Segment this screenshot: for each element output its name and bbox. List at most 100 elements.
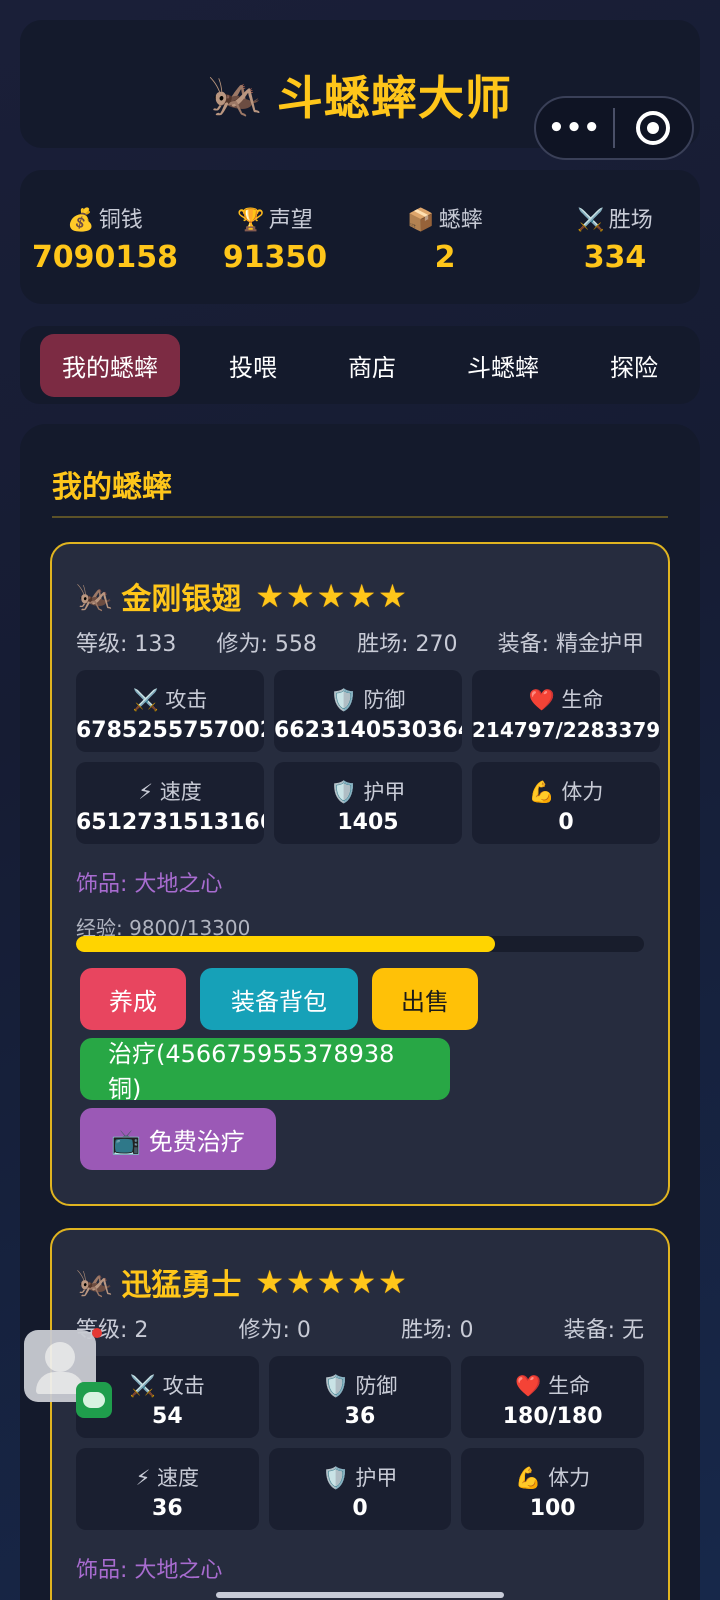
attr-label: 护甲 <box>363 780 406 804</box>
heal-button[interactable]: 治疗(456675955378938铜) <box>80 1038 450 1103</box>
shield-icon: 🛡️ <box>330 688 357 712</box>
cricket-icon: 🦗 <box>76 578 114 614</box>
stat-wins: ⚔️ 胜场 334 <box>530 170 700 304</box>
stat-crickets: 📦 蟋蟀 2 <box>360 170 530 304</box>
lightning-icon: ⚡ <box>135 1466 151 1490</box>
attr-label: 体力 <box>548 1466 591 1490</box>
cricket-wins: 胜场: 270 <box>357 632 458 657</box>
tab-bar: 我的蟋蟀 投喂 商店 斗蟋蟀 探险 <box>20 326 700 404</box>
sell-button[interactable]: 出售 <box>372 968 478 1030</box>
attr-label: 护甲 <box>355 1466 398 1490</box>
star-rating-icon: ★★★★★ <box>255 577 409 615</box>
cricket-info-row: 等级: 133 修为: 558 胜场: 270 装备: 精金护甲 <box>76 626 644 658</box>
free-heal-button[interactable]: 📺 免费治疗 <box>80 1108 276 1170</box>
lightning-icon: ⚡ <box>138 780 154 804</box>
attr-label: 生命 <box>561 688 604 712</box>
attr-defense: 🛡️ 防御 66231405303649 <box>274 670 462 752</box>
more-menu-button[interactable]: ••• <box>536 113 613 143</box>
avatar-icon <box>45 1342 75 1372</box>
attr-speed: ⚡ 速度 36 <box>76 1448 259 1530</box>
attr-stamina: 💪 体力 0 <box>472 762 660 844</box>
attr-attack: ⚔️ 攻击 67852557570028 <box>76 670 264 752</box>
box-icon: 📦 <box>407 208 435 233</box>
stat-label: 胜场 <box>608 208 653 233</box>
attr-label: 防御 <box>355 1374 398 1398</box>
cricket-name: 迅猛勇士 <box>121 1268 242 1303</box>
exp-progress-bar <box>76 936 644 952</box>
tab-fight[interactable]: 斗蟋蟀 <box>445 334 561 397</box>
close-miniprogram-button[interactable] <box>615 111 692 145</box>
attr-label: 体力 <box>561 780 604 804</box>
target-icon <box>636 111 671 145</box>
tab-feed[interactable]: 投喂 <box>207 334 299 397</box>
cricket-card: 🦗 金刚银翅 ★★★★★ 等级: 133 修为: 558 胜场: 270 装备:… <box>50 542 670 1206</box>
attr-health: ❤️ 生命 214797/2283379779042 <box>472 670 660 752</box>
attr-value: 36 <box>152 1496 183 1521</box>
miniprogram-capsule: ••• <box>534 96 694 160</box>
tab-explore[interactable]: 探险 <box>588 334 680 397</box>
equipment-bag-button[interactable]: 装备背包 <box>200 968 358 1030</box>
home-indicator[interactable] <box>216 1592 504 1598</box>
attr-value: 36 <box>344 1404 376 1429</box>
attr-armor: 🛡️ 护甲 1405 <box>274 762 462 844</box>
attr-health: ❤️ 生命 180/180 <box>461 1356 644 1438</box>
exp-progress-fill <box>76 936 495 952</box>
cricket-cultivation: 修为: 558 <box>216 632 317 657</box>
tab-shop[interactable]: 商店 <box>326 334 418 397</box>
cricket-cultivation: 修为: 0 <box>238 1318 311 1343</box>
stat-value: 91350 <box>222 240 328 275</box>
heart-icon: ❤️ <box>528 688 555 712</box>
cricket-equipment: 装备: 无 <box>563 1318 644 1343</box>
attr-value: 0 <box>352 1496 368 1521</box>
attr-value: 0 <box>558 810 574 835</box>
notification-dot <box>92 1328 102 1338</box>
attr-value: 1405 <box>337 810 399 835</box>
attr-label: 防御 <box>363 688 406 712</box>
stat-value: 334 <box>583 240 647 275</box>
shield-icon: 🛡️ <box>322 1374 349 1398</box>
cricket-icon: 🦗 <box>208 69 263 120</box>
attribute-grid: ⚔️ 攻击 54 🛡️ 防御 36 ❤️ 生命 180/180 ⚡ 速度 36 … <box>76 1356 644 1530</box>
cricket-header: 🦗 迅猛勇士 ★★★★★ <box>76 1260 409 1304</box>
cricket-header: 🦗 金刚银翅 ★★★★★ <box>76 574 409 618</box>
attr-value: 67852557570028 <box>76 718 264 743</box>
attr-armor: 🛡️ 护甲 0 <box>268 1448 452 1530</box>
star-rating-icon: ★★★★★ <box>255 1263 409 1301</box>
attr-label: 攻击 <box>165 688 208 712</box>
panel-title: 我的蟋蟀 <box>52 470 172 505</box>
attr-stamina: 💪 体力 100 <box>461 1448 644 1530</box>
swords-icon: ⚔️ <box>132 688 159 712</box>
shield-icon: 🛡️ <box>322 1466 349 1490</box>
tab-my-crickets[interactable]: 我的蟋蟀 <box>40 333 180 397</box>
trophy-icon: 🏆 <box>237 208 265 233</box>
money-bag-icon: 💰 <box>67 208 95 233</box>
stat-reputation: 🏆 声望 91350 <box>190 170 360 304</box>
muscle-icon: 💪 <box>528 780 555 804</box>
stat-label: 蟋蟀 <box>438 208 483 233</box>
train-button[interactable]: 养成 <box>80 968 186 1030</box>
app-page: 🦗 斗蟋蟀大师 ••• 💰 铜钱 7090158 🏆 声望 91350 📦 蟋蟀 2 … <box>0 0 720 1600</box>
attr-speed: ⚡ 速度 65127315131665 <box>76 762 264 844</box>
attr-value: 100 <box>529 1496 576 1521</box>
panel-divider <box>52 516 668 518</box>
crossed-swords-icon: ⚔️ <box>577 208 605 233</box>
cricket-accessory: 饰品: 大地之心 <box>76 872 223 897</box>
cricket-equipment: 装备: 精金护甲 <box>497 632 644 657</box>
stats-bar: 💰 铜钱 7090158 🏆 声望 91350 📦 蟋蟀 2 ⚔️ 胜场 334 <box>20 170 700 304</box>
cricket-icon: 🦗 <box>76 1264 114 1300</box>
cricket-card: 🦗 迅猛勇士 ★★★★★ 等级: 2 修为: 0 胜场: 0 装备: 无 ⚔️ … <box>50 1228 670 1600</box>
muscle-icon: 💪 <box>515 1466 542 1490</box>
heart-icon: ❤️ <box>515 1374 542 1398</box>
cricket-level: 等级: 133 <box>76 632 177 657</box>
app-title: 斗蟋蟀大师 <box>276 71 512 125</box>
attr-value: 66231405303649 <box>274 718 462 743</box>
wechat-icon[interactable] <box>76 1382 112 1418</box>
stat-coins: 💰 铜钱 7090158 <box>20 170 190 304</box>
stat-value: 7090158 <box>31 240 179 275</box>
stat-label: 铜钱 <box>98 208 143 233</box>
swords-icon: ⚔️ <box>129 1374 157 1398</box>
attr-label: 速度 <box>159 780 202 804</box>
shield-icon: 🛡️ <box>330 780 357 804</box>
attr-value: 214797/2283379779042 <box>472 718 660 742</box>
stat-label: 声望 <box>268 208 313 233</box>
